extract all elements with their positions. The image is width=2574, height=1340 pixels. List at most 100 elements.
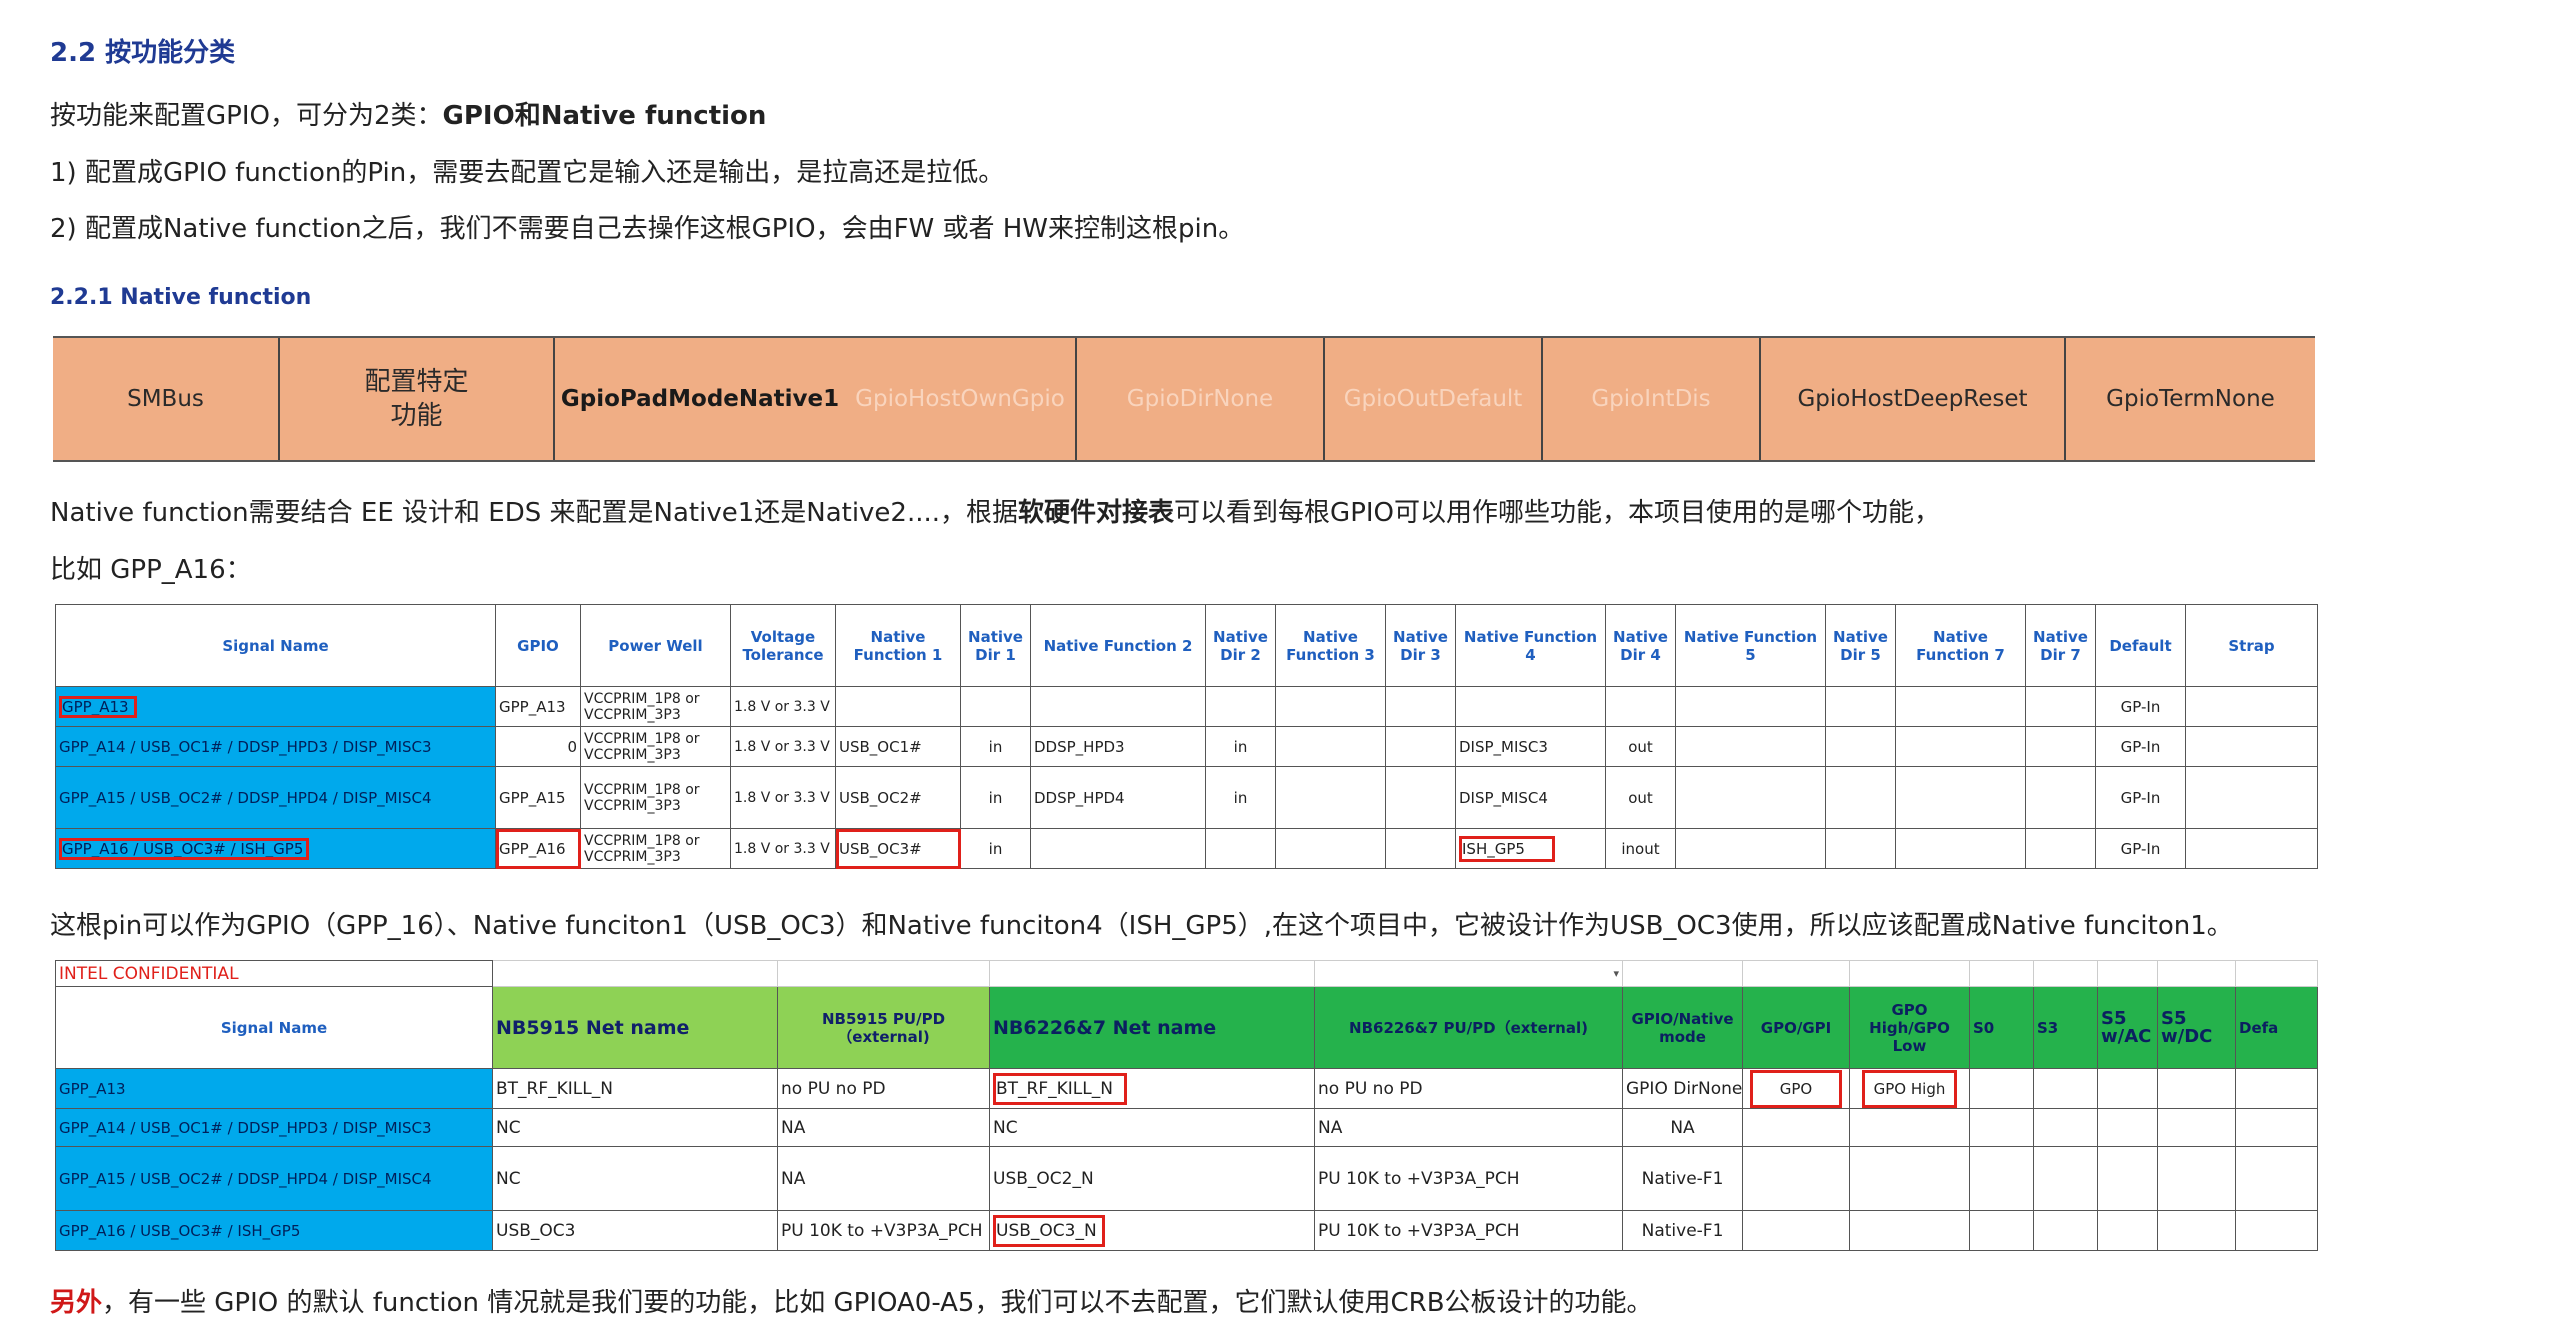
table-cell <box>2185 686 2318 727</box>
table-cell: inout <box>1605 828 1676 869</box>
table-cell: 1.8 V or 3.3 V <box>730 686 836 727</box>
table-cell: 1.8 V or 3.3 V <box>730 766 836 829</box>
highlight-box: ISH_GP5 <box>1459 835 1555 862</box>
table-cell <box>1742 1108 1850 1147</box>
table-cell: in <box>960 766 1031 829</box>
signal-cell: GPP_A15 / USB_OC2# / DDSP_HPD4 / DISP_MI… <box>55 766 496 829</box>
table-cell <box>2025 726 2096 767</box>
table-cell <box>960 686 1031 727</box>
table-cell <box>1969 960 2034 987</box>
netname-table: INTEL CONFIDENTIAL ▾ Signal Name NB5915 … <box>55 960 2318 1251</box>
table-cell: USB_OC3_N <box>989 1210 1315 1251</box>
list-item-1: 1) 配置成GPIO function的Pin，需要去配置它是输入还是输出，是拉… <box>50 158 1005 188</box>
band-cell-smbus: SMBus <box>127 386 204 412</box>
section-heading: 2.2 按功能分类 <box>50 38 236 68</box>
table-cell <box>777 960 990 987</box>
dropdown-arrow-icon[interactable]: ▾ <box>1314 960 1623 987</box>
list-item-2: 2) 配置成Native function之后，我们不需要自己去操作这根GPIO… <box>50 214 1245 244</box>
native-para-c: 可以看到每根GPIO可以用作哪些功能，本项目使用的是哪个功能， <box>1174 498 1941 528</box>
band-cell-intdis: GpioIntDis <box>1541 338 1759 460</box>
table-cell <box>2235 1146 2318 1211</box>
table-cell <box>835 686 961 727</box>
table-cell: DISP_MISC3 <box>1455 726 1606 767</box>
table-cell <box>2235 960 2318 987</box>
table-cell <box>2185 828 2318 869</box>
table-cell: USB_OC2# <box>835 766 961 829</box>
table-cell <box>1825 726 1896 767</box>
table1-header-row: Signal Name GPIO Power Well Voltage Tole… <box>55 604 2318 687</box>
highlight-box: GPO <box>1749 1069 1843 1108</box>
table1-header: Native Dir 5 <box>1825 604 1896 687</box>
table-cell <box>1675 766 1826 829</box>
table-cell: GP-In <box>2095 726 2186 767</box>
table-cell: GPO High <box>1849 1068 1970 1109</box>
table2-row: GPP_A14 / USB_OC1# / DDSP_HPD3 / DISP_MI… <box>55 1108 2318 1147</box>
confidential-label: INTEL CONFIDENTIAL <box>55 960 493 987</box>
signal-cell: GPP_A16 / USB_OC3# / ISH_GP5 <box>55 828 496 869</box>
table-cell: ISH_GP5 <box>1455 828 1606 869</box>
native-paragraph: Native function需要结合 EE 设计和 EDS 来配置是Nativ… <box>50 492 1940 529</box>
table-cell <box>1895 766 2026 829</box>
table-cell: USB_OC3# <box>835 828 961 869</box>
table1-header: Power Well <box>580 604 731 687</box>
table-cell <box>1825 828 1896 869</box>
table2-header: GPO/GPI <box>1742 986 1850 1069</box>
band-cell-termnone: GpioTermNone <box>2064 338 2315 460</box>
table-cell <box>1849 1108 1970 1147</box>
usage-paragraph: 这根pin可以作为GPIO（GPP_16）、Native funciton1（U… <box>50 911 2233 941</box>
table-cell: out <box>1605 766 1676 829</box>
table-cell <box>1742 960 1850 987</box>
table-cell: NC <box>989 1108 1315 1147</box>
signal-cell: GPP_A13 <box>55 1068 493 1109</box>
table-cell <box>1275 828 1386 869</box>
table-cell <box>1742 1146 1850 1211</box>
table1-header: Voltage Tolerance <box>730 604 836 687</box>
table-cell: GP-In <box>2095 686 2186 727</box>
table-cell <box>2097 960 2158 987</box>
table-cell <box>1622 960 1743 987</box>
table2-header: NB5915 Net name <box>492 986 778 1069</box>
table-cell: 1.8 V or 3.3 V <box>730 726 836 767</box>
band-cell-outdefault: GpioOutDefault <box>1323 338 1541 460</box>
table-cell: Native-F1 <box>1622 1146 1743 1211</box>
highlight-box: GPO High <box>1861 1069 1958 1108</box>
table-cell <box>2235 1210 2318 1251</box>
signal-cell: GPP_A13 <box>55 686 496 727</box>
table1-header: Strap <box>2185 604 2318 687</box>
table-cell <box>2097 1146 2158 1211</box>
table-cell: USB_OC2_N <box>989 1146 1315 1211</box>
table-cell <box>2097 1108 2158 1147</box>
band-cell-hostown: GpioHostOwnGpio <box>855 386 1065 412</box>
table-cell <box>2157 1146 2236 1211</box>
table-cell: PU 10K to +V3P3A_PCH <box>1314 1146 1623 1211</box>
table2-header-row: Signal Name NB5915 Net name NB5915 PU/PD… <box>55 986 2318 1069</box>
table2-header: S5 w/AC <box>2097 986 2158 1069</box>
table1-row: GPP_A16 / USB_OC3# / ISH_GP5 GPP_A16 VCC… <box>55 828 2318 869</box>
band-cell-config: 配置特定 功能 <box>278 338 553 460</box>
table-cell <box>2157 960 2236 987</box>
table-cell: in <box>960 726 1031 767</box>
table-cell <box>1849 1210 1970 1251</box>
table1-row: GPP_A14 / USB_OC1# / DDSP_HPD3 / DISP_MI… <box>55 726 2318 767</box>
table-cell: in <box>1205 766 1276 829</box>
table-cell <box>1675 726 1826 767</box>
table-cell <box>1275 726 1386 767</box>
table1-header: Native Dir 3 <box>1385 604 1456 687</box>
table-cell: no PU no PD <box>1314 1068 1623 1109</box>
native-function-band: SMBus 配置特定 功能 GpioPadModeNative1 GpioHos… <box>53 336 2315 462</box>
table-cell <box>1275 766 1386 829</box>
table2-row: GPP_A13 BT_RF_KILL_N no PU no PD BT_RF_K… <box>55 1068 2318 1109</box>
table-cell <box>2025 828 2096 869</box>
table-cell <box>1275 686 1386 727</box>
footer-highlight: 另外 <box>50 1288 103 1318</box>
intro-paragraph: 按功能来配置GPIO，可分为2类：GPIO和Native function <box>50 95 766 132</box>
table-cell <box>2025 686 2096 727</box>
table-cell <box>1030 828 1206 869</box>
table-cell: no PU no PD <box>777 1068 990 1109</box>
table1-row: GPP_A15 / USB_OC2# / DDSP_HPD4 / DISP_MI… <box>55 766 2318 829</box>
table-cell: VCCPRIM_1P8 or VCCPRIM_3P3 <box>580 686 731 727</box>
table-cell <box>2033 1068 2098 1109</box>
table-cell <box>1030 686 1206 727</box>
table1-header: Native Dir 4 <box>1605 604 1676 687</box>
table-cell: DDSP_HPD3 <box>1030 726 1206 767</box>
